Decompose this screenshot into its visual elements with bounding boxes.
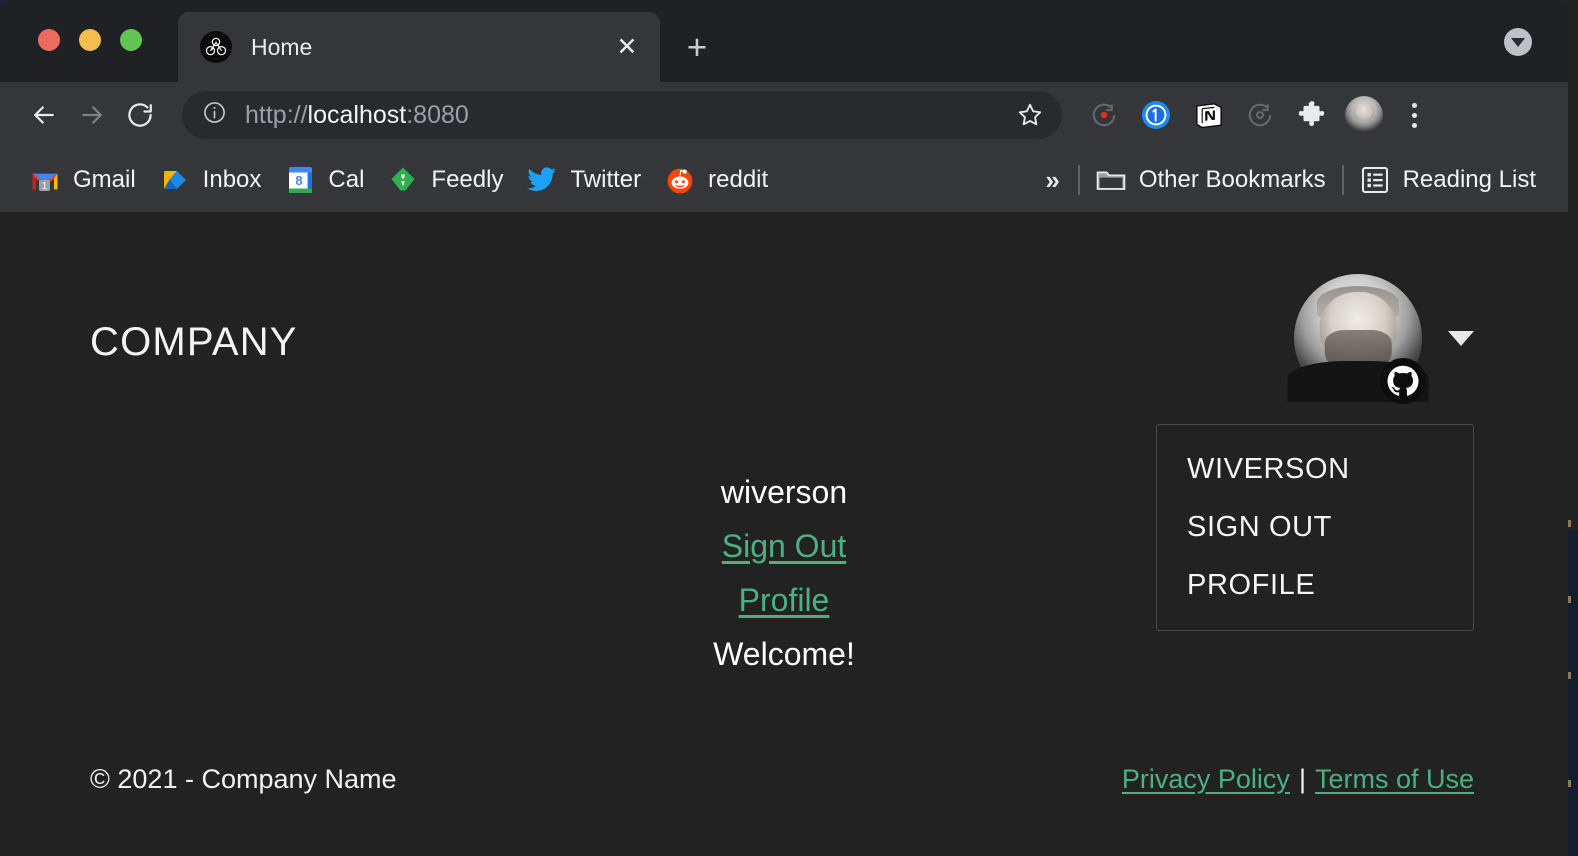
welcome-text: Welcome!	[713, 636, 855, 672]
page-main-content: wiverson Sign Out Profile Welcome!	[0, 424, 1568, 724]
reload-button[interactable]	[116, 91, 164, 139]
tab-list: Home ✕ +	[178, 0, 720, 82]
star-icon[interactable]	[1012, 97, 1048, 133]
toolbar-extensions	[1080, 91, 1434, 139]
bookmark-label: reddit	[708, 166, 769, 193]
tab-strip: Home ✕ +	[0, 0, 1568, 82]
browser-toolbar: http://localhost:8080	[0, 82, 1568, 148]
bookmarks-bar-right: » Other Bookmarks Reading List	[921, 157, 1548, 203]
copyright-text: © 2021 - Company Name	[90, 763, 397, 794]
bicycle-graph-icon	[200, 31, 232, 63]
tab-search-button[interactable]	[1504, 28, 1532, 56]
onepassword-extension-icon[interactable]	[1132, 91, 1180, 139]
profile-link[interactable]: Profile	[739, 584, 830, 616]
bookmark-inbox[interactable]: Inbox	[148, 157, 274, 203]
chevron-down-icon	[1511, 37, 1525, 47]
bookmarks-overflow-button[interactable]: »	[1031, 165, 1073, 196]
bookmark-twitter[interactable]: Twitter	[515, 157, 653, 203]
puzzle-extensions-icon[interactable]	[1288, 91, 1336, 139]
company-logo[interactable]: COMPANY	[90, 320, 298, 365]
inbox-icon	[160, 165, 190, 195]
svg-text:8: 8	[295, 173, 302, 188]
info-circle-icon[interactable]	[202, 100, 227, 130]
feedly-icon	[388, 165, 418, 195]
bookmark-label: Twitter	[570, 166, 642, 193]
terms-of-use-link[interactable]: Terms of Use	[1315, 764, 1474, 795]
site-header: COMPANY	[0, 212, 1568, 424]
reading-list-label: Reading List	[1402, 166, 1536, 193]
reddit-icon	[665, 165, 695, 195]
avatar[interactable]	[1287, 274, 1429, 404]
github-icon	[1380, 358, 1426, 404]
bookmark-reddit[interactable]: reddit	[653, 157, 780, 203]
three-dot-menu-icon[interactable]	[1394, 91, 1434, 139]
divider	[1077, 165, 1080, 195]
bookmark-label: Gmail	[73, 166, 136, 193]
loom-extension-icon[interactable]	[1236, 91, 1284, 139]
other-bookmarks-label: Other Bookmarks	[1138, 166, 1326, 193]
google-calendar-icon: 8	[285, 165, 315, 195]
bookmark-cal[interactable]: 8 Cal	[273, 157, 376, 203]
footer-links: Privacy Policy | Terms of Use	[1122, 764, 1474, 795]
page-viewport: COMPANY WIVERSON SIGN OUT PROFILE wivers…	[0, 212, 1568, 856]
notion-extension-icon[interactable]	[1184, 91, 1232, 139]
bookmark-gmail[interactable]: 1 Gmail	[18, 157, 148, 203]
svg-text:1: 1	[42, 181, 48, 191]
minimize-window-button[interactable]	[79, 29, 101, 51]
reading-list-button[interactable]: Reading List	[1348, 157, 1548, 203]
privacy-policy-link[interactable]: Privacy Policy	[1122, 764, 1290, 795]
url-text[interactable]: http://localhost:8080	[245, 101, 1012, 130]
divider	[1341, 165, 1344, 195]
gmail-icon: 1	[30, 165, 60, 195]
browser-tab[interactable]: Home ✕	[178, 12, 660, 82]
site-footer: © 2021 - Company Name Privacy Policy | T…	[0, 736, 1568, 856]
new-tab-button[interactable]: +	[674, 24, 720, 70]
caret-down-icon[interactable]	[1448, 330, 1474, 346]
username-text: wiverson	[720, 474, 848, 510]
close-window-button[interactable]	[38, 29, 60, 51]
reading-list-icon	[1360, 165, 1390, 195]
other-bookmarks-button[interactable]: Other Bookmarks	[1084, 157, 1338, 203]
window-traffic-lights	[38, 29, 142, 51]
browser-window: Home ✕ + http://localhost:8080 1 Gmail I…	[0, 0, 1568, 856]
footer-separator: |	[1298, 763, 1306, 794]
twitter-icon	[527, 165, 557, 195]
address-bar[interactable]: http://localhost:8080	[182, 91, 1062, 139]
close-tab-button[interactable]: ✕	[612, 32, 642, 62]
account-widget[interactable]	[1287, 274, 1474, 404]
bookmarks-bar: 1 Gmail Inbox 8 Cal Feedly Twitter reddi…	[0, 148, 1568, 212]
bookmark-label: Cal	[328, 166, 365, 193]
profile-avatar-button[interactable]	[1345, 96, 1383, 134]
sign-out-link[interactable]: Sign Out	[722, 530, 847, 562]
maximize-window-button[interactable]	[120, 29, 142, 51]
bookmark-feedly[interactable]: Feedly	[376, 157, 515, 203]
bookmark-label: Feedly	[431, 166, 504, 193]
folder-icon	[1096, 165, 1126, 195]
back-button[interactable]	[20, 91, 68, 139]
forward-button[interactable]	[68, 91, 116, 139]
recording-extension-icon[interactable]	[1080, 91, 1128, 139]
bookmark-label: Inbox	[202, 166, 262, 193]
tab-title: Home	[251, 33, 313, 60]
